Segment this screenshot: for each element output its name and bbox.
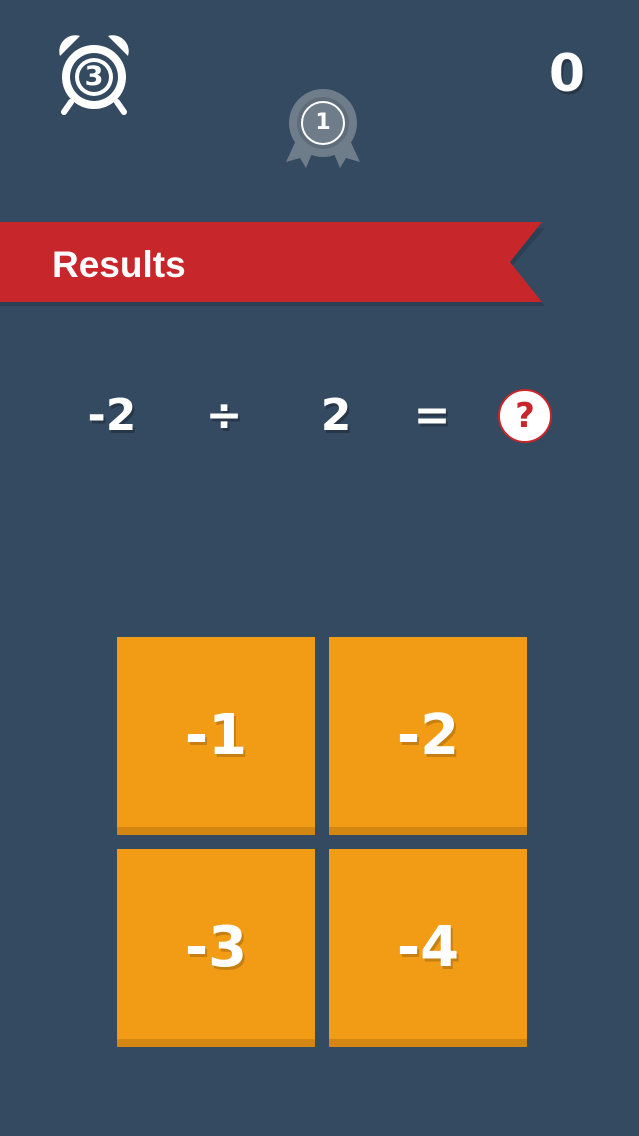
operand-b: 2 — [320, 390, 352, 441]
timer-value: 3 — [84, 61, 104, 92]
answer-button-2[interactable]: -2 — [329, 637, 527, 835]
question-mark-icon: ? — [498, 389, 552, 443]
operand-a: -2 — [87, 390, 137, 441]
score: 0 — [548, 44, 585, 104]
equals-sign: = — [413, 390, 451, 441]
answer-button-4[interactable]: -4 — [329, 849, 527, 1047]
timer: 3 — [54, 30, 134, 116]
answer-button-1[interactable]: -1 — [117, 637, 315, 835]
results-banner: Results — [0, 222, 545, 306]
level-badge: 1 — [284, 86, 362, 168]
answer-button-3[interactable]: -3 — [117, 849, 315, 1047]
level-badge-value: 1 — [315, 110, 331, 135]
banner-title: Results — [52, 244, 186, 285]
operator-sign: ÷ — [205, 390, 243, 441]
